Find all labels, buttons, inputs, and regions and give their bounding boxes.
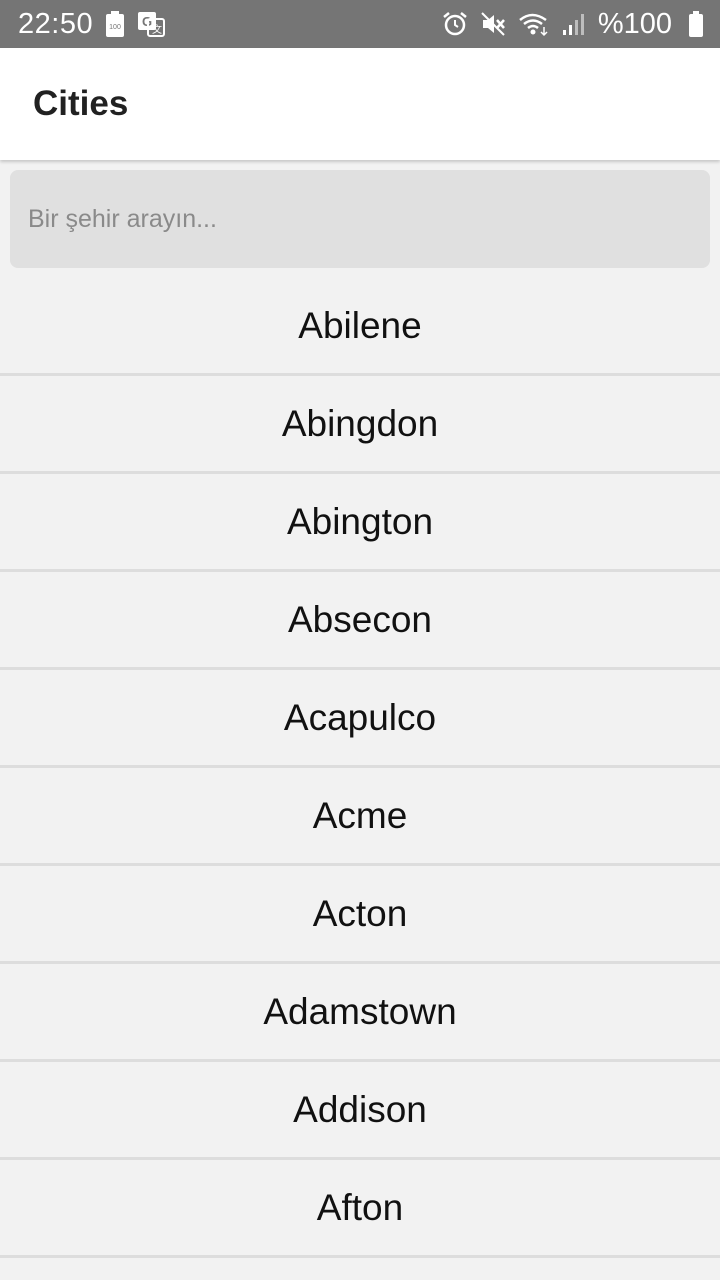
battery-percent: %100 [597, 7, 672, 40]
search-input[interactable] [28, 170, 710, 268]
list-item[interactable]: Abingdon [0, 376, 720, 474]
battery-icon [688, 10, 704, 38]
search-box[interactable] [10, 170, 710, 268]
list-item[interactable]: Adamstown [0, 964, 720, 1062]
status-time: 22:50 [18, 7, 94, 40]
battery-saver-icon: 100 [105, 10, 125, 38]
translate-icon: G 文 [137, 11, 166, 37]
list-item[interactable]: Addison [0, 1062, 720, 1160]
list-item[interactable]: Acton [0, 866, 720, 964]
alarm-icon [442, 11, 468, 37]
list-item[interactable]: Acme [0, 768, 720, 866]
svg-text:100: 100 [109, 24, 121, 31]
mute-icon [480, 11, 506, 37]
wifi-icon [518, 11, 550, 37]
status-bar-left: 22:50 100 G 文 [18, 7, 166, 41]
svg-text:文: 文 [152, 23, 162, 36]
signal-icon [562, 11, 586, 37]
status-bar: 22:50 100 G 文 %100 [0, 0, 720, 48]
app-bar: Cities [0, 48, 720, 160]
list-item[interactable]: Absecon [0, 572, 720, 670]
list-item[interactable]: Afton [0, 1160, 720, 1258]
status-bar-right: %100 [442, 8, 704, 41]
page-title: Cities [33, 84, 129, 123]
list-item[interactable]: Acapulco [0, 670, 720, 768]
city-list[interactable]: Abilene Abingdon Abington Absecon Acapul… [0, 278, 720, 1258]
list-item[interactable]: Abington [0, 474, 720, 572]
list-item[interactable]: Abilene [0, 278, 720, 376]
